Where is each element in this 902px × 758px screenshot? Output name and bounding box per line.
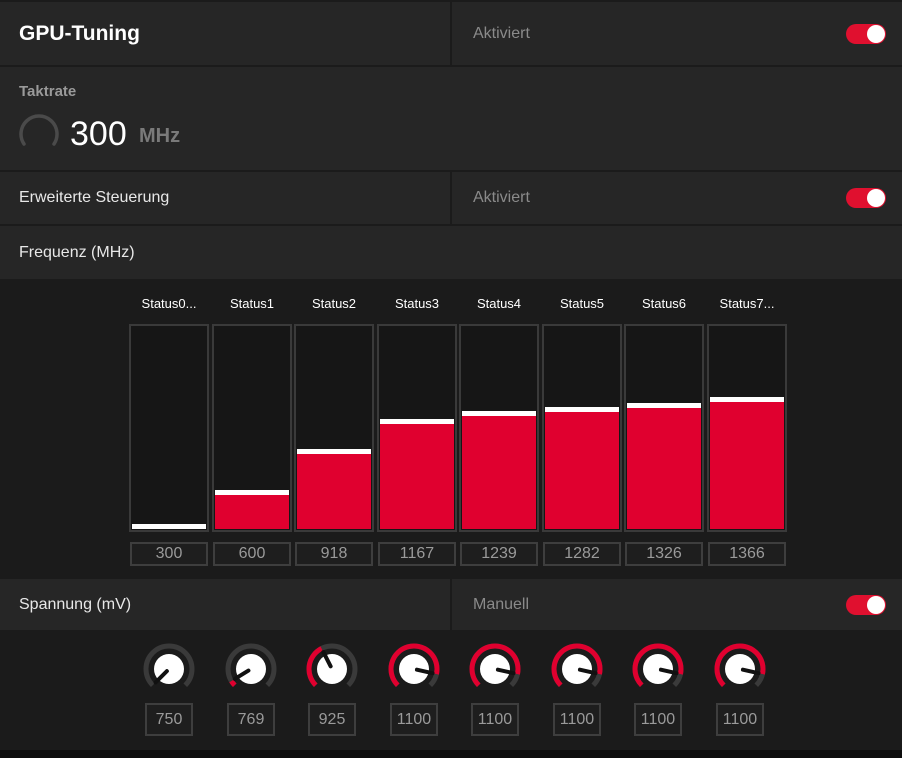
- frequency-slider[interactable]: [377, 324, 457, 532]
- knob-disc: [643, 654, 673, 684]
- clock-value: 300: [70, 115, 127, 153]
- slider-fill: [545, 412, 619, 529]
- knob-disc: [725, 654, 755, 684]
- voltage-mode: Manuell: [473, 595, 530, 613]
- voltage-knob[interactable]: [469, 643, 521, 695]
- voltage-knob[interactable]: [714, 643, 766, 695]
- voltage-row: Spannung (mV) Manuell: [0, 579, 902, 630]
- voltage-value-field[interactable]: 750: [145, 703, 193, 736]
- voltage-value-field[interactable]: 1100: [716, 703, 764, 736]
- frequency-value-field[interactable]: 1282: [543, 542, 621, 566]
- clock-label: Taktrate: [19, 83, 77, 100]
- toggle-knob: [867, 595, 885, 614]
- slider-fill: [462, 416, 536, 529]
- frequency-sliders: Status0... 300 Status1 600 Status2 918 Status3…: [0, 280, 902, 578]
- state-label: Status0...: [141, 296, 197, 311]
- state-label: Status5: [559, 296, 605, 311]
- toggle-knob: [867, 189, 885, 207]
- gpu-tuning-toggle[interactable]: [846, 23, 886, 44]
- bottom-strip: [0, 750, 902, 758]
- slider-fill: [627, 408, 701, 529]
- slider-fill: [380, 424, 454, 529]
- knob-disc: [399, 654, 429, 684]
- slider-handle[interactable]: [710, 397, 784, 402]
- advanced-control-status: Aktiviert: [473, 189, 530, 206]
- frequency-value-field[interactable]: 1326: [625, 542, 703, 566]
- voltage-mode-cell: Manuell: [452, 579, 902, 630]
- frequency-slider[interactable]: [459, 324, 539, 532]
- slider-handle[interactable]: [380, 419, 454, 424]
- clock-unit: MHz: [139, 125, 181, 147]
- frequency-label: Frequenz (MHz): [19, 243, 135, 261]
- advanced-control-row: Erweiterte Steuerung Aktiviert: [0, 172, 902, 224]
- voltage-value-field[interactable]: 769: [227, 703, 275, 736]
- slider-handle[interactable]: [545, 407, 619, 412]
- gpu-tuning-row: GPU-Tuning Aktiviert: [0, 2, 902, 65]
- voltage-knobs: 750 769 925 1100 1100 1100 1100 1100: [0, 631, 902, 750]
- frequency-header: Frequenz (MHz): [0, 226, 902, 279]
- advanced-control-toggle[interactable]: [846, 188, 886, 208]
- voltage-knob[interactable]: [388, 643, 440, 695]
- voltage-value-field[interactable]: 1100: [390, 703, 438, 736]
- advanced-control-status-cell: Aktiviert: [452, 172, 902, 224]
- voltage-knob[interactable]: [551, 643, 603, 695]
- frequency-value-field[interactable]: 600: [213, 542, 291, 566]
- loading-spinner-icon: [19, 114, 59, 146]
- slider-fill: [297, 454, 371, 529]
- voltage-knob[interactable]: [225, 643, 277, 695]
- frequency-value-field[interactable]: 1167: [378, 542, 456, 566]
- knob-disc: [480, 654, 510, 684]
- voltage-knob[interactable]: [632, 643, 684, 695]
- state-label: Status1: [229, 296, 275, 311]
- voltage-value-field[interactable]: 1100: [553, 703, 601, 736]
- voltage-value-field[interactable]: 1100: [471, 703, 519, 736]
- frequency-value-field[interactable]: 300: [130, 542, 208, 566]
- slider-fill: [215, 495, 289, 529]
- page-title: GPU-Tuning: [0, 2, 452, 65]
- gpu-tuning-status-cell: Aktiviert: [452, 2, 902, 65]
- frequency-value-field[interactable]: 1239: [460, 542, 538, 566]
- slider-handle[interactable]: [462, 411, 536, 416]
- slider-handle[interactable]: [627, 403, 701, 408]
- clock-panel: Taktrate 300 MHz: [0, 67, 902, 170]
- frequency-slider[interactable]: [624, 324, 704, 532]
- slider-handle[interactable]: [132, 524, 206, 529]
- voltage-knob[interactable]: [306, 643, 358, 695]
- knob-value-arc: [229, 679, 237, 688]
- voltage-knob[interactable]: [143, 643, 195, 695]
- frequency-slider[interactable]: [542, 324, 622, 532]
- state-label: Status2: [311, 296, 357, 311]
- toggle-knob: [867, 24, 885, 43]
- frequency-slider[interactable]: [212, 324, 292, 532]
- knob-disc: [236, 654, 266, 684]
- frequency-slider[interactable]: [707, 324, 787, 532]
- voltage-value-field[interactable]: 925: [308, 703, 356, 736]
- slider-handle[interactable]: [215, 490, 289, 495]
- state-label: Status4: [476, 296, 522, 311]
- knob-disc: [317, 654, 347, 684]
- frequency-value-field[interactable]: 918: [295, 542, 373, 566]
- state-label: Status6: [641, 296, 687, 311]
- advanced-control-label: Erweiterte Steuerung: [0, 172, 452, 224]
- state-label: Status3: [394, 296, 440, 311]
- knob-disc: [562, 654, 592, 684]
- voltage-value-field[interactable]: 1100: [634, 703, 682, 736]
- frequency-slider[interactable]: [129, 324, 209, 532]
- voltage-label: Spannung (mV): [0, 579, 452, 630]
- voltage-manual-toggle[interactable]: [846, 594, 886, 615]
- frequency-value-field[interactable]: 1366: [708, 542, 786, 566]
- slider-handle[interactable]: [297, 449, 371, 454]
- state-label: Status7...: [719, 296, 775, 311]
- slider-fill: [710, 402, 784, 529]
- gpu-tuning-status: Aktiviert: [473, 24, 530, 42]
- frequency-slider[interactable]: [294, 324, 374, 532]
